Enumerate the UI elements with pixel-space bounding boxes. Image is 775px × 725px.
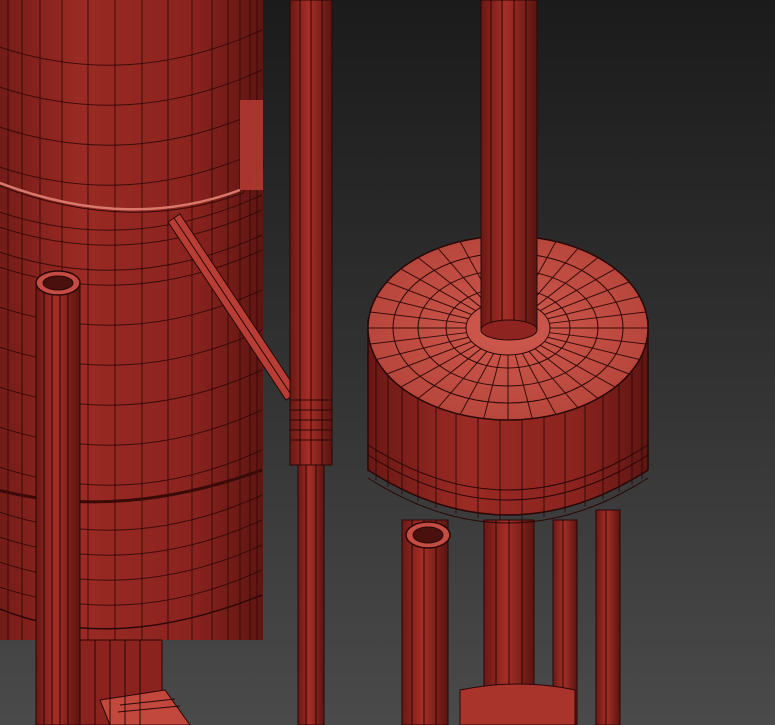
support-pipe-left <box>35 270 81 725</box>
drum-top-stack <box>480 0 538 341</box>
thin-vertical-pipe <box>289 0 333 725</box>
open-pipe-end <box>405 521 451 549</box>
wireframe-scene <box>0 0 649 725</box>
3d-viewport[interactable] <box>0 0 775 725</box>
vessel-base <box>79 639 191 725</box>
